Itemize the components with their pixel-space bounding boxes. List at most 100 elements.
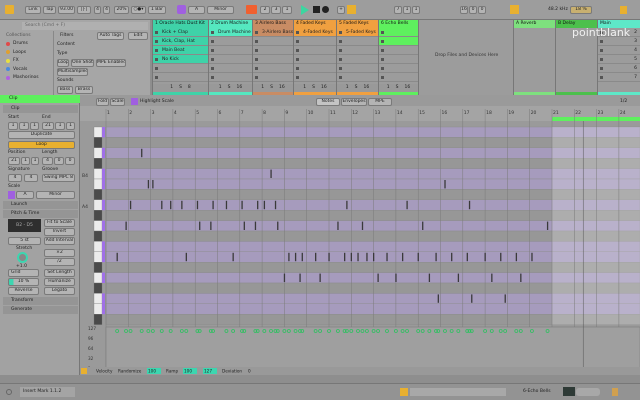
midi-note[interactable] <box>457 273 460 282</box>
tap-button[interactable]: Tap <box>43 6 56 14</box>
clip-slot-empty[interactable] <box>294 55 336 64</box>
clip-slot-empty[interactable] <box>379 55 418 64</box>
midi-note[interactable] <box>366 252 368 262</box>
piano-key-black[interactable] <box>93 314 103 325</box>
drop-zone[interactable]: Drop Files and Devices Here <box>418 20 513 95</box>
return-track-header[interactable]: A Reverb <box>514 20 555 28</box>
track-channel[interactable]: 16 <box>279 85 285 90</box>
position-six[interactable]: 1 <box>31 157 39 165</box>
time-sig-den[interactable]: 4 <box>103 6 110 14</box>
track-channel[interactable]: 16 <box>364 85 370 90</box>
midi-note[interactable] <box>196 200 199 210</box>
solo-button[interactable]: S <box>228 85 231 90</box>
midi-note[interactable] <box>301 252 303 262</box>
clip-slot-empty[interactable] <box>209 37 252 46</box>
draw-mode-icon[interactable] <box>510 5 519 14</box>
midi-note[interactable] <box>129 200 132 210</box>
tag-one-shot[interactable]: One Shot <box>71 59 94 67</box>
midi-note[interactable] <box>466 252 468 262</box>
loop-start-six[interactable]: 1 <box>412 6 420 14</box>
end-bar[interactable]: 21 <box>42 122 54 130</box>
deviation-label[interactable]: Deviation <box>222 369 242 374</box>
collection-item[interactable]: Loops <box>6 50 26 55</box>
track-arm-number[interactable]: 1 <box>261 85 264 90</box>
track-header[interactable]: 5 Faded Keys <box>337 20 378 28</box>
loop-brace[interactable] <box>552 117 640 121</box>
interval-field[interactable]: 5 st <box>8 237 41 245</box>
midi-note[interactable] <box>141 148 143 158</box>
track-arm-number[interactable]: 1 <box>303 85 306 90</box>
midi-note[interactable] <box>468 200 471 210</box>
solo-button[interactable]: S <box>270 85 273 90</box>
tag-loop[interactable]: Loop <box>57 59 69 67</box>
humanize-button[interactable]: Humanize <box>44 278 75 286</box>
midi-note[interactable] <box>428 273 431 282</box>
tag-multisampled[interactable]: Multisampled <box>57 68 88 76</box>
velocity-label[interactable]: Velocity <box>96 369 113 374</box>
midi-note[interactable] <box>274 200 277 210</box>
position-bar[interactable]: 2 <box>260 6 270 14</box>
duplicate-button[interactable]: Duplicate <box>8 131 75 139</box>
piano-key-white[interactable] <box>93 178 103 190</box>
clip-slot-filled[interactable]: 5-Faded Keys <box>337 28 378 37</box>
start-six[interactable]: 1 <box>30 122 39 130</box>
piano-key-white[interactable] <box>93 168 103 180</box>
piano-key-black[interactable] <box>93 189 103 200</box>
quantize-select[interactable]: 1 Bar <box>148 6 166 14</box>
record-icon[interactable] <box>322 6 329 13</box>
midi-note[interactable] <box>125 221 127 230</box>
midi-note[interactable] <box>344 252 346 262</box>
midi-note[interactable] <box>395 273 397 282</box>
clip-slot-empty[interactable] <box>337 55 378 64</box>
midi-note[interactable] <box>361 221 364 230</box>
collection-item[interactable]: Drums <box>6 41 28 46</box>
piano-key-white[interactable] <box>93 199 103 211</box>
clip-slot-empty[interactable] <box>379 73 418 82</box>
play-icon[interactable] <box>301 5 309 15</box>
midi-note[interactable] <box>437 294 439 303</box>
piano-key-black[interactable] <box>93 137 103 148</box>
midi-note[interactable] <box>444 180 446 189</box>
piano-key-black[interactable] <box>93 230 103 242</box>
volume-slider[interactable] <box>576 388 600 396</box>
clip-slot-filled[interactable] <box>379 28 418 37</box>
midi-note[interactable] <box>500 252 502 262</box>
midi-note[interactable] <box>277 221 279 230</box>
zoom-field[interactable]: 20% <box>114 6 129 14</box>
track-header[interactable]: 1 Oracle Hats Dust Kit <box>153 20 208 28</box>
start-beat[interactable]: 1 <box>19 122 29 130</box>
midi-note[interactable] <box>491 273 493 282</box>
metronome-button[interactable]: ||·| <box>77 6 91 14</box>
clip-slot-empty[interactable] <box>379 46 418 55</box>
track-header[interactable]: 6 Echo Bells <box>379 20 418 28</box>
midi-note[interactable] <box>373 252 375 262</box>
add-interval-button[interactable]: Add Interval <box>44 237 75 245</box>
midi-note[interactable] <box>417 252 419 262</box>
randomize-button[interactable]: Randomize <box>118 369 142 374</box>
auto-tags-button[interactable]: Auto Tags <box>97 32 124 40</box>
midi-note[interactable] <box>152 180 154 189</box>
set-length-button[interactable]: Set Length <box>44 269 75 277</box>
midi-note[interactable] <box>531 252 533 262</box>
clip-slot-empty[interactable] <box>253 73 293 82</box>
sounds-filter[interactable]: Sounds <box>57 78 74 83</box>
midi-note[interactable] <box>319 273 321 282</box>
clip-slot-empty[interactable] <box>253 64 293 73</box>
clip-slot-empty[interactable] <box>153 64 208 73</box>
automation-arm-icon[interactable] <box>246 5 257 14</box>
scene-launch[interactable]: 5 <box>598 55 640 64</box>
search-input[interactable]: Search (Cmd + F) <box>22 22 148 30</box>
clip-slot-filled[interactable]: 3-Airlero Bass <box>253 28 293 37</box>
scale-select[interactable]: Minor <box>207 6 234 14</box>
piano-key-white[interactable] <box>93 147 103 159</box>
length-beat[interactable]: 0 <box>54 157 64 165</box>
midi-note[interactable] <box>484 252 486 262</box>
track-arm-number[interactable]: 1 <box>170 85 173 90</box>
track-arm-number[interactable]: 1 <box>346 85 349 90</box>
info-icon[interactable] <box>6 389 12 395</box>
link-button[interactable]: Link <box>25 6 41 14</box>
position-sixteenth[interactable]: 1 <box>282 6 292 14</box>
midi-note[interactable] <box>147 180 150 189</box>
piano-key-black[interactable] <box>93 210 103 221</box>
loop-length-beat[interactable]: 0 <box>469 6 477 14</box>
